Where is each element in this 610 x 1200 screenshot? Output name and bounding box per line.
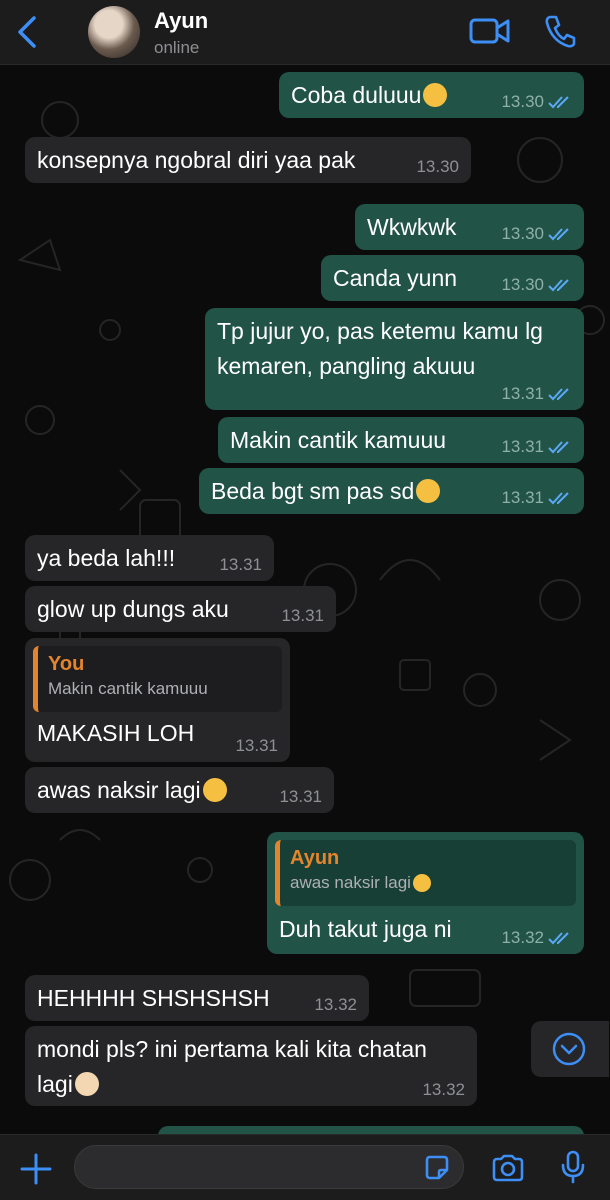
read-ticks-icon [548, 388, 569, 401]
zany-face-emoji [412, 874, 431, 892]
camera-icon[interactable] [491, 1154, 525, 1182]
message-outgoing[interactable]: Wkwkwk 13.30 [355, 204, 584, 250]
message-text: mondi pls? ini pertama kali kita chatan … [37, 1036, 427, 1097]
sticker-icon[interactable] [423, 1154, 451, 1182]
microphone-icon[interactable] [560, 1150, 586, 1184]
message-meta: 13.32 [314, 995, 357, 1015]
message-text: Beda bgt sm pas sd [211, 478, 415, 504]
read-ticks-icon [548, 441, 569, 454]
message-meta: 13.31 [219, 555, 262, 575]
message-text: Canda yunn [333, 265, 458, 291]
contact-name[interactable]: Ayun [154, 8, 208, 34]
message-time: 13.31 [501, 437, 544, 456]
folded-hands-emoji [74, 1072, 99, 1096]
message-incoming-reply[interactable]: You Makin cantik kamuuu MAKASIH LOH 13.3… [25, 638, 290, 762]
quoted-sender: You [48, 653, 85, 675]
chat-background: Ayun online Coba duluuu 13.30 konsepnya … [0, 0, 610, 1200]
message-outgoing[interactable]: Canda yunn 13.30 [321, 255, 584, 301]
quoted-sender: Ayun [290, 847, 340, 869]
message-meta: 13.31 [279, 787, 322, 807]
read-ticks-icon [548, 492, 569, 505]
message-text: Wkwkwk [367, 214, 457, 240]
message-meta: 13.32 [501, 928, 572, 948]
message-time: 13.30 [501, 275, 544, 294]
message-meta: 13.31 [501, 437, 572, 457]
message-outgoing[interactable]: Tp jujur yo, pas ketemu kamu lg kemaren,… [205, 308, 584, 410]
read-ticks-icon [548, 279, 569, 292]
message-time: 13.31 [501, 488, 544, 507]
message-incoming[interactable]: glow up dungs aku 13.31 [25, 586, 336, 632]
read-ticks-icon [548, 932, 569, 945]
quoted-text: Makin cantik kamuuu [48, 679, 208, 698]
message-incoming[interactable]: konsepnya ngobral diri yaa pak 13.30 [25, 137, 471, 183]
message-outgoing[interactable]: Makin cantik kamuuu 13.31 [218, 417, 584, 463]
message-time: 13.31 [219, 555, 262, 574]
scroll-down-button[interactable] [531, 1021, 609, 1077]
message-time: 13.30 [501, 224, 544, 243]
contact-status: online [154, 38, 200, 57]
face-holding-back-tears-emoji [416, 479, 441, 503]
message-meta: 13.30 [416, 157, 459, 177]
message-text: HEHHHH SHSHSHSH [37, 985, 270, 1011]
message-text: awas naksir lagi [37, 777, 201, 803]
message-meta: 13.31 [501, 488, 572, 508]
quoted-message[interactable]: Ayun awas naksir lagi [275, 840, 576, 906]
message-text: Duh takut juga ni [279, 916, 452, 942]
message-text: ya beda lah!!! [37, 545, 176, 571]
chat-header: Ayun online [0, 0, 610, 65]
message-text: Coba duluuu [291, 82, 422, 108]
contact-avatar[interactable] [88, 6, 140, 58]
scroll-down-icon [552, 1032, 586, 1066]
video-call-icon[interactable] [469, 16, 511, 46]
message-time: 13.30 [501, 92, 544, 111]
quoted-message[interactable]: You Makin cantik kamuuu [33, 646, 282, 712]
message-outgoing-reply[interactable]: Ayun awas naksir lagi Duh takut juga ni … [267, 832, 584, 954]
plus-icon[interactable] [20, 1153, 52, 1185]
message-time: 13.32 [422, 1080, 465, 1099]
message-text: MAKASIH LOH [37, 720, 195, 746]
message-text: Makin cantik kamuuu [230, 427, 447, 453]
message-time: 13.31 [279, 787, 322, 806]
message-time: 13.31 [281, 606, 324, 625]
message-input[interactable] [74, 1145, 464, 1189]
message-meta: 13.30 [501, 275, 572, 295]
message-text: konsepnya ngobral diri yaa pak [37, 147, 356, 173]
message-time: 13.31 [501, 384, 544, 403]
message-outgoing[interactable]: Beda bgt sm pas sd 13.31 [199, 468, 584, 514]
message-time: 13.30 [416, 157, 459, 176]
message-incoming[interactable]: awas naksir lagi 13.31 [25, 767, 334, 813]
message-incoming[interactable]: HEHHHH SHSHSHSH 13.32 [25, 975, 369, 1021]
message-outgoing[interactable]: Coba duluuu 13.30 [279, 72, 584, 118]
read-ticks-icon [548, 228, 569, 241]
message-meta: 13.31 [501, 384, 572, 404]
message-text: glow up dungs aku [37, 596, 229, 622]
message-incoming[interactable]: ya beda lah!!! 13.31 [25, 535, 274, 581]
read-ticks-icon [548, 96, 569, 109]
zany-face-emoji [202, 778, 227, 802]
message-meta: 13.30 [501, 92, 572, 112]
message-time: 13.32 [314, 995, 357, 1014]
message-incoming[interactable]: mondi pls? ini pertama kali kita chatan … [25, 1026, 477, 1106]
message-meta: 13.31 [235, 736, 278, 756]
message-time: 13.32 [501, 928, 544, 947]
message-meta: 13.31 [281, 606, 324, 626]
back-chevron-icon[interactable] [14, 14, 44, 50]
shushing-face-emoji [423, 83, 448, 107]
message-meta: 13.32 [422, 1080, 465, 1100]
phone-call-icon[interactable] [544, 14, 576, 48]
message-meta: 13.30 [501, 224, 572, 244]
message-text: Tp jujur yo, pas ketemu kamu lg kemaren,… [217, 318, 543, 379]
composer-bar [0, 1134, 610, 1200]
message-time: 13.31 [235, 736, 278, 755]
quoted-text: awas naksir lagi [290, 870, 566, 896]
